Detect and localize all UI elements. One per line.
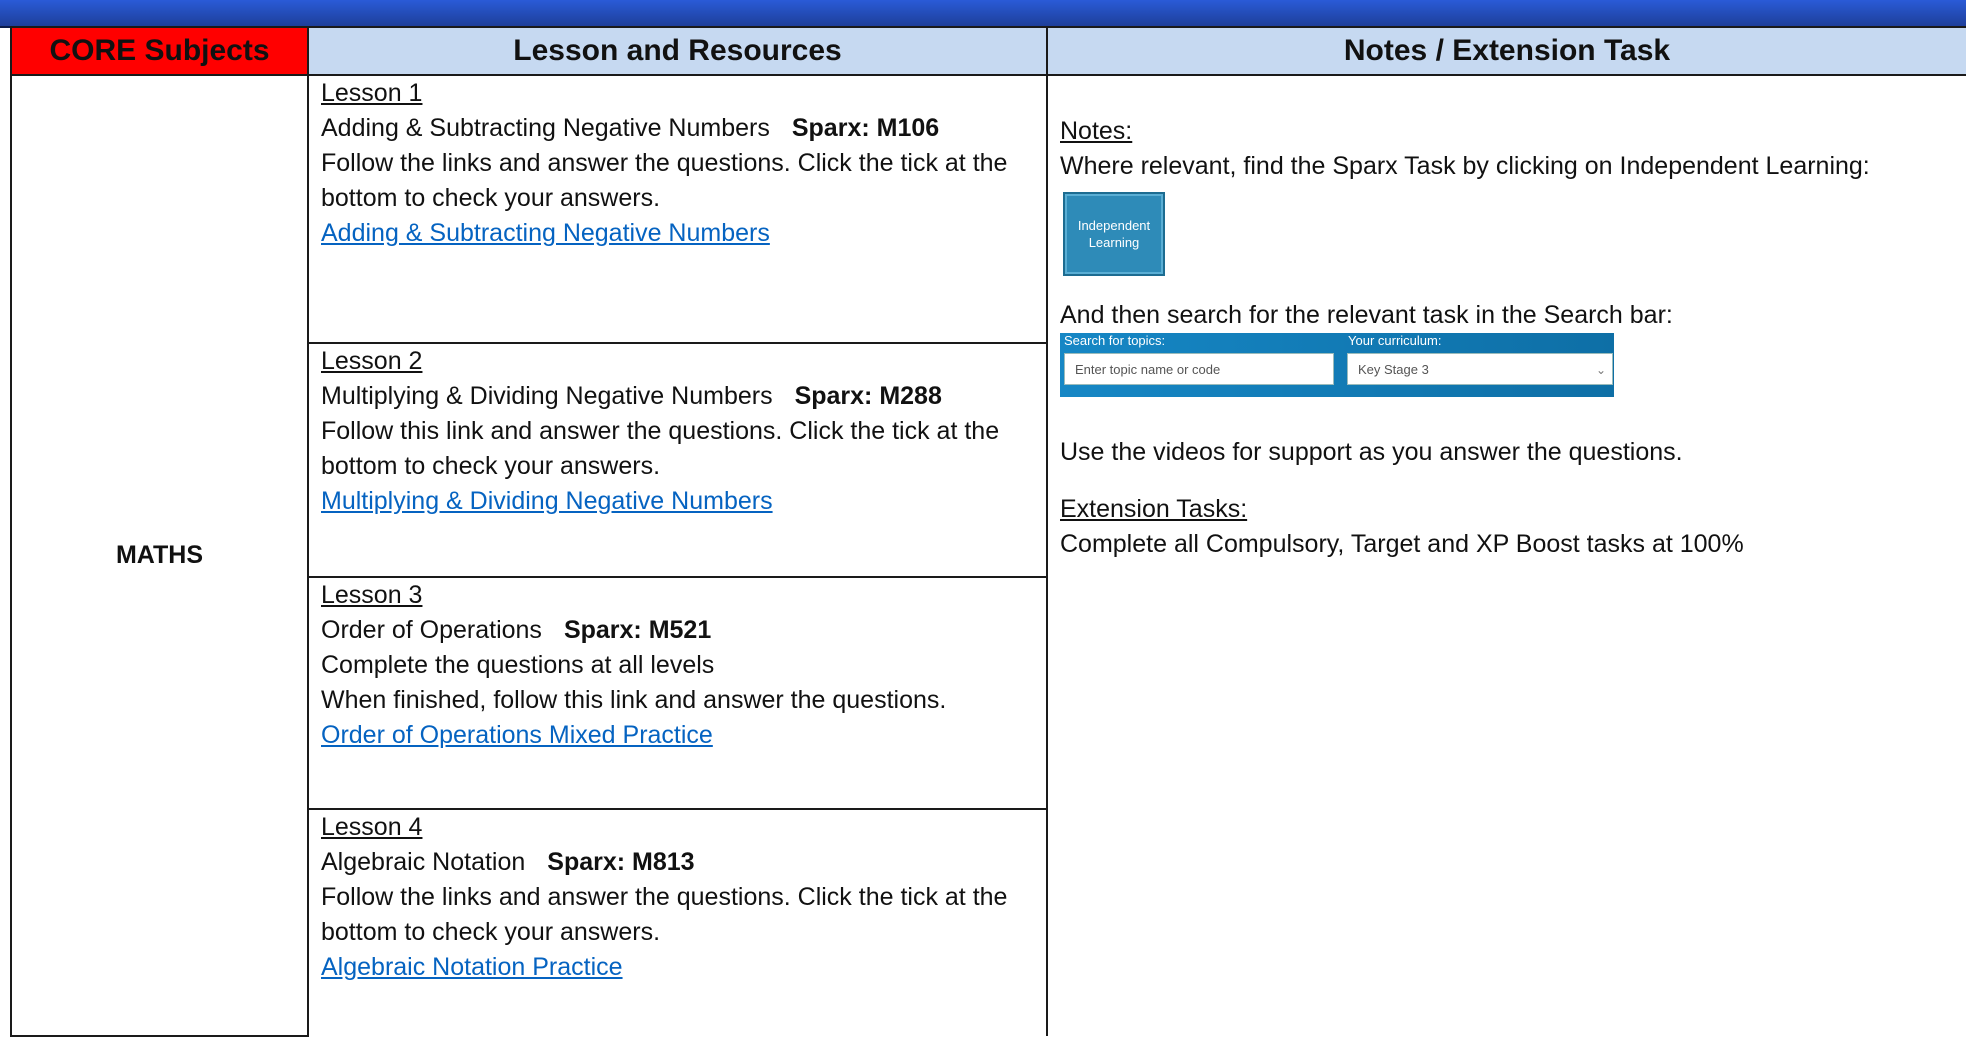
header-core-subjects: CORE Subjects xyxy=(10,26,309,76)
lesson-title-line: Order of Operations Sparx: M521 xyxy=(321,613,1034,648)
search-topics-label: Search for topics: xyxy=(1064,333,1166,348)
lesson-2: Lesson 2 Multiplying & Dividing Negative… xyxy=(309,344,1046,576)
lesson-instructions: Follow this link and answer the question… xyxy=(321,417,1000,480)
lesson-3: Lesson 3 Order of Operations Sparx: M521 … xyxy=(309,578,1046,808)
lesson-cell-2: Lesson 2 Multiplying & Dividing Negative… xyxy=(307,342,1048,578)
lesson-cell-3: Lesson 3 Order of Operations Sparx: M521 … xyxy=(307,576,1048,810)
lesson-title-line: Adding & Subtracting Negative Numbers Spa… xyxy=(321,111,1034,146)
search-topics-field: Enter topic name or code xyxy=(1064,353,1334,385)
lesson-title-line: Algebraic Notation Sparx: M813 xyxy=(321,845,1034,880)
curriculum-value: Key Stage 3 xyxy=(1358,362,1429,377)
lesson-link[interactable]: Multiplying & Dividing Negative Numbers xyxy=(321,487,773,515)
curriculum-select: Key Stage 3 ⌄ xyxy=(1347,353,1613,385)
lesson-instructions: Complete the questions at all levels xyxy=(321,651,715,679)
search-instruction: And then search for the relevant task in… xyxy=(1060,301,1673,329)
lesson-label: Lesson 2 xyxy=(321,347,423,375)
videos-text: Use the videos for support as you answer… xyxy=(1060,438,1683,466)
lesson-title-line: Multiplying & Dividing Negative Numbers S… xyxy=(321,379,1034,414)
lesson-instructions-2: When finished, follow this link and answ… xyxy=(321,686,947,714)
header-lesson-resources: Lesson and Resources xyxy=(307,26,1048,76)
extension-text: Complete all Compulsory, Target and XP B… xyxy=(1060,530,1744,558)
subject-cell: MATHS xyxy=(10,74,309,1037)
lesson-instructions: Follow the links and answer the question… xyxy=(321,149,1008,212)
independent-learning-button: Independent Learning xyxy=(1063,192,1165,276)
lesson-title: Order of Operations xyxy=(321,616,542,644)
lesson-cell-4: Lesson 4 Algebraic Notation Sparx: M813 F… xyxy=(307,808,1048,1036)
lesson-title: Adding & Subtracting Negative Numbers xyxy=(321,114,770,142)
lesson-instructions: Follow the links and answer the question… xyxy=(321,883,1008,946)
sparx-code: Sparx: M106 xyxy=(791,114,940,142)
lesson-link[interactable]: Order of Operations Mixed Practice xyxy=(321,721,713,749)
lesson-1: Lesson 1 Adding & Subtracting Negative N… xyxy=(309,76,1046,342)
lesson-label: Lesson 3 xyxy=(321,581,423,609)
notes-panel: Notes: Where relevant, find the Sparx Ta… xyxy=(1048,76,1966,562)
lesson-label: Lesson 4 xyxy=(321,813,423,841)
extension-heading: Extension Tasks: xyxy=(1060,495,1248,523)
lesson-cell-1: Lesson 1 Adding & Subtracting Negative N… xyxy=(307,74,1048,344)
lesson-title: Algebraic Notation xyxy=(321,848,526,876)
lesson-4: Lesson 4 Algebraic Notation Sparx: M813 F… xyxy=(309,810,1046,1036)
header-row: CORE Subjects Lesson and Resources Notes… xyxy=(10,26,1966,76)
lesson-title: Multiplying & Dividing Negative Numbers xyxy=(321,382,773,410)
notes-heading: Notes: xyxy=(1060,117,1133,145)
notes-cell: Notes: Where relevant, find the Sparx Ta… xyxy=(1046,74,1966,1036)
lesson-link[interactable]: Algebraic Notation Practice xyxy=(321,953,623,981)
curriculum-label: Your curriculum: xyxy=(1348,333,1442,348)
top-band xyxy=(0,0,1966,28)
lesson-plan-table: CORE Subjects Lesson and Resources Notes… xyxy=(10,26,1966,1037)
lesson-row-1: MATHS Lesson 1 Adding & Subtracting Nega… xyxy=(10,74,1966,1037)
sparx-code: Sparx: M288 xyxy=(794,382,942,410)
sparx-code: Sparx: M813 xyxy=(547,848,695,876)
header-notes-extension: Notes / Extension Task xyxy=(1046,26,1966,76)
lesson-label: Lesson 1 xyxy=(321,79,423,107)
notes-text: Where relevant, find the Sparx Task by c… xyxy=(1060,152,1870,180)
search-bar-image: Search for topics: Your curriculum: Ente… xyxy=(1060,333,1614,397)
lesson-link[interactable]: Adding & Subtracting Negative Numbers xyxy=(321,219,770,247)
sparx-code: Sparx: M521 xyxy=(563,616,712,644)
chevron-down-icon: ⌄ xyxy=(1595,363,1606,377)
